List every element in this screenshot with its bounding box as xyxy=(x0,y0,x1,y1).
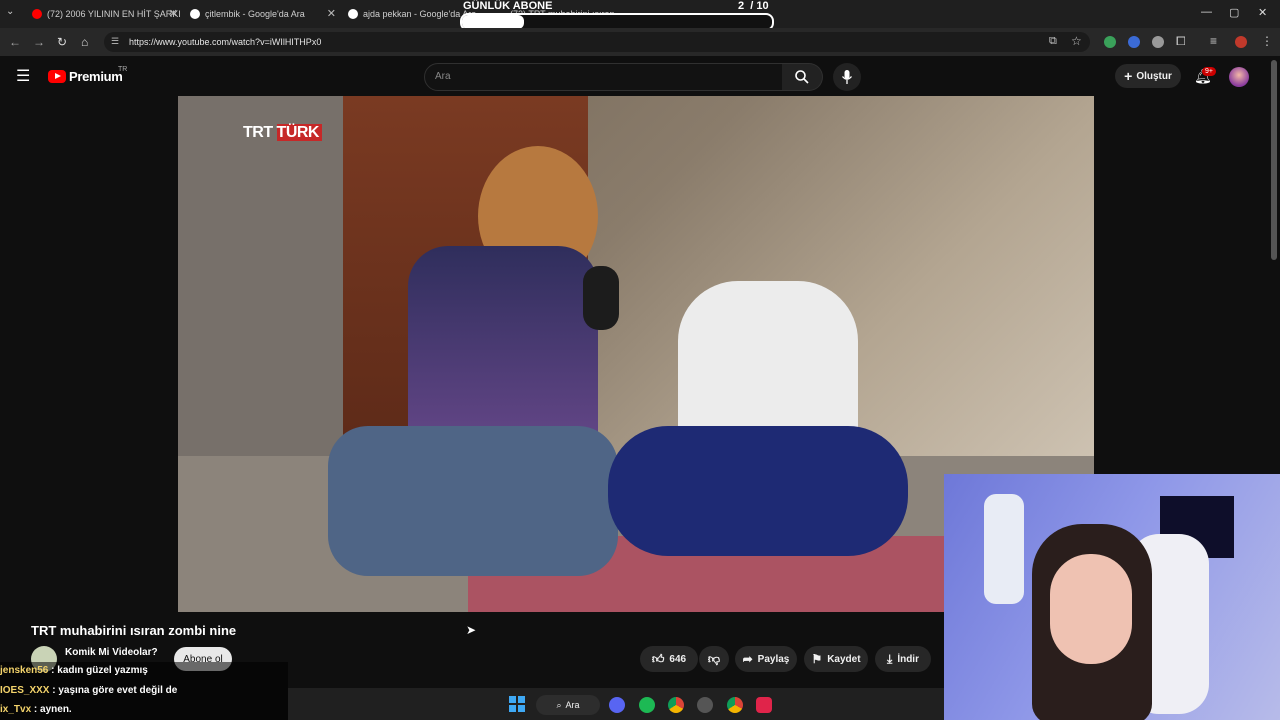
extension-icon[interactable] xyxy=(1152,36,1164,48)
video-microphone xyxy=(583,266,619,330)
video-woman-blanket xyxy=(608,426,908,556)
chat-username: IOES_XXX xyxy=(0,685,50,696)
maximize-icon[interactable]: ▢ xyxy=(1229,6,1239,19)
mouse-cursor-icon: ➤ xyxy=(466,623,477,637)
chat-text: : aynen. xyxy=(31,704,72,715)
webcam-microphone xyxy=(984,494,1024,604)
windows-start-icon[interactable] xyxy=(509,696,525,712)
extension-icon[interactable] xyxy=(1128,36,1140,48)
extension-icon[interactable] xyxy=(1104,36,1116,48)
search-input[interactable]: Ara xyxy=(424,63,784,91)
extensions-puzzle-icon[interactable]: ⧠ xyxy=(1176,34,1186,49)
taskbar-search[interactable]: ⌕ Ara xyxy=(536,695,600,715)
channel-name[interactable]: Komik Mi Videolar? xyxy=(65,647,158,658)
spotify-icon[interactable] xyxy=(639,697,655,713)
chat-text: : kadın güzel yazmış xyxy=(48,665,148,676)
mic-icon xyxy=(841,70,853,84)
avatar[interactable] xyxy=(1229,67,1249,87)
download-label: İndir xyxy=(897,653,919,665)
chrome-icon[interactable] xyxy=(668,697,684,713)
like-count: 646 xyxy=(669,653,687,665)
goal-progress: 2 / 10 xyxy=(738,0,769,12)
video-reporter-legs xyxy=(328,426,618,576)
star-icon[interactable]: ☆ xyxy=(1071,34,1082,48)
region-code: TR xyxy=(118,66,128,73)
share-label: Paylaş xyxy=(757,653,790,665)
back-icon[interactable]: ← xyxy=(9,35,21,49)
url-text[interactable]: https://www.youtube.com/watch?v=iWIlHITH… xyxy=(129,37,321,47)
chat-text: : yaşına göre evet değil de xyxy=(49,685,178,696)
download-icon: ⤓ xyxy=(887,651,893,666)
like-button[interactable]: 👍︎ 646 xyxy=(640,646,698,672)
profile-icon[interactable] xyxy=(1235,36,1247,48)
webcam-streamer-face xyxy=(1050,554,1132,664)
close-tab-icon[interactable]: ✕ xyxy=(327,7,336,20)
app-icon[interactable] xyxy=(697,697,713,713)
voice-search-button[interactable] xyxy=(833,63,861,91)
tab-1[interactable]: (72) 2006 YILININ EN HİT ŞARKI ✕ xyxy=(32,4,182,24)
discord-icon[interactable] xyxy=(609,697,625,713)
search-button[interactable] xyxy=(782,63,823,91)
video-watermark: TRT TÜRK xyxy=(240,124,322,142)
tab-title: çitlembik - Google'da Ara xyxy=(205,9,305,19)
close-tab-icon[interactable]: ✕ xyxy=(169,7,178,20)
taskbar-search-label: Ara xyxy=(565,700,580,710)
goal-progress-fill xyxy=(462,15,524,29)
create-label: Oluştur xyxy=(1136,70,1172,82)
download-button[interactable]: ⤓ İndir xyxy=(875,646,931,672)
youtube-logo-text[interactable]: Premium xyxy=(69,69,123,84)
tab-list-icon[interactable]: ⌄ xyxy=(6,6,14,17)
chat-message: IOES_XXX : yaşına göre evet değil de xyxy=(0,685,177,696)
minimize-icon[interactable]: — xyxy=(1201,6,1212,18)
video-title: TRT muhabirini ısıran zombi nine xyxy=(31,623,237,638)
bookmark-icon: ⚑ xyxy=(811,652,823,666)
page-scrollbar[interactable] xyxy=(1271,60,1277,260)
forward-icon[interactable]: → xyxy=(33,35,45,49)
tab-3[interactable]: ajda pekkan - Google'da Ara xyxy=(348,4,478,24)
goal-title: GÜNLÜK ABONE xyxy=(463,0,553,12)
media-icon[interactable]: ≡ xyxy=(1210,34,1217,48)
create-button[interactable]: + Oluştur xyxy=(1115,64,1181,88)
dislike-button[interactable]: 👎︎ xyxy=(699,646,729,672)
like-icon: 👍︎ xyxy=(651,651,665,666)
install-icon[interactable]: ⧉ xyxy=(1049,35,1057,48)
youtube-favicon-icon xyxy=(32,9,42,19)
search-icon xyxy=(795,70,809,84)
chat-username: ix_Tvx xyxy=(0,704,32,715)
tab-title: ajda pekkan - Google'da Ara xyxy=(363,9,477,19)
close-window-icon[interactable]: ✕ xyxy=(1258,6,1267,19)
video-wall xyxy=(178,96,368,456)
reload-icon[interactable]: ↻ xyxy=(57,35,67,49)
chrome-active-icon[interactable] xyxy=(727,697,743,713)
play-icon xyxy=(55,73,61,79)
watermark-text: TRT TÜRK xyxy=(240,124,322,141)
tab-title: (72) 2006 YILININ EN HİT ŞARKI xyxy=(47,9,181,19)
app-icon[interactable] xyxy=(756,697,772,713)
site-info-icon[interactable]: ☰ xyxy=(111,36,119,47)
google-favicon-icon xyxy=(190,9,200,19)
notification-badge: 9+ xyxy=(1202,67,1216,76)
chat-message: jensken56 : kadın güzel yazmış xyxy=(0,665,148,676)
save-button[interactable]: ⚑ Kaydet xyxy=(804,646,868,672)
menu-icon[interactable]: ☰ xyxy=(16,66,30,86)
tab-2[interactable]: çitlembik - Google'da Ara ✕ xyxy=(190,4,340,24)
search-placeholder: Ara xyxy=(435,71,451,82)
save-label: Kaydet xyxy=(827,653,861,665)
share-button[interactable]: ➦ Paylaş xyxy=(735,646,797,672)
chat-message: ix_Tvx : aynen. xyxy=(0,704,72,715)
google-favicon-icon xyxy=(348,9,358,19)
more-menu-icon[interactable]: ⋮ xyxy=(1261,34,1273,48)
webcam-overlay xyxy=(944,474,1280,720)
plus-icon: + xyxy=(1124,68,1133,84)
chat-username: jensken56 xyxy=(0,665,49,676)
share-icon: ➦ xyxy=(742,652,753,666)
home-icon[interactable]: ⌂ xyxy=(81,35,88,49)
search-icon: ⌕ xyxy=(556,699,562,710)
youtube-logo-icon[interactable] xyxy=(48,70,66,83)
dislike-icon: 👎︎ xyxy=(707,651,721,666)
